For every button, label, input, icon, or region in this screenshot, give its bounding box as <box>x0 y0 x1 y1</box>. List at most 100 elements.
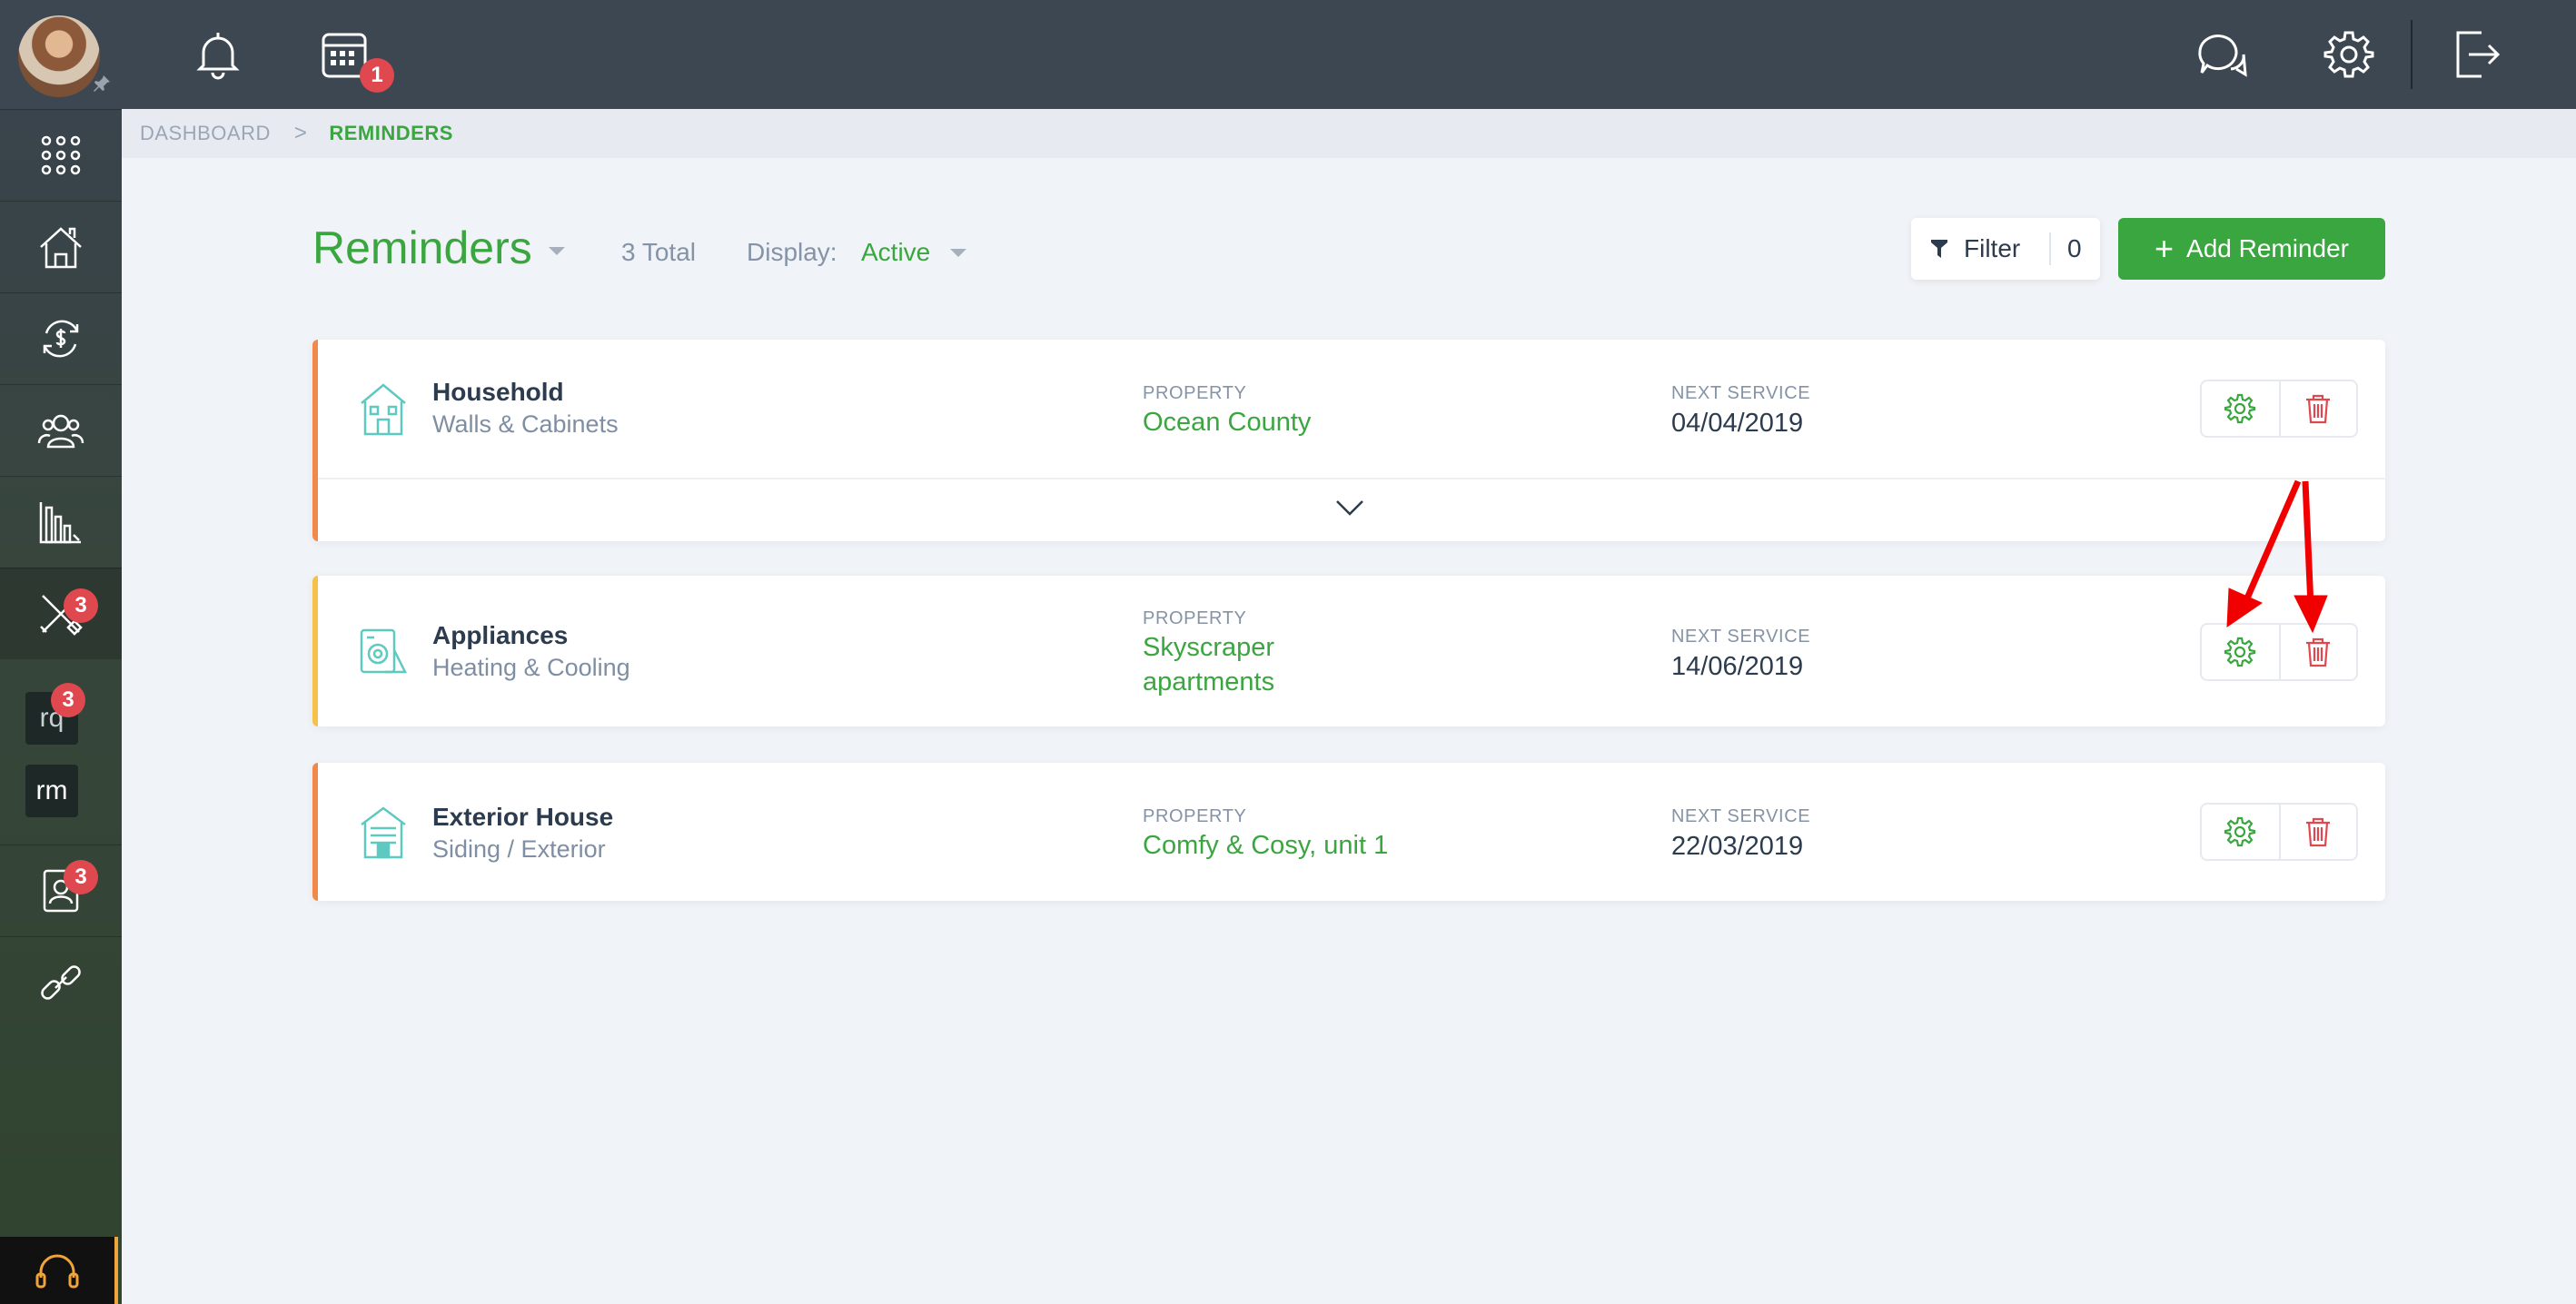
next-service-date: 04/04/2019 <box>1671 409 1804 438</box>
apps-grid-icon <box>41 135 81 175</box>
title-dropdown-caret-icon[interactable] <box>549 247 565 255</box>
house-icon <box>40 227 82 269</box>
reminder-subcategory: Heating & Cooling <box>432 654 630 681</box>
sidebar-item-apps[interactable] <box>0 109 122 201</box>
property-value[interactable]: Ocean County <box>1143 405 1311 440</box>
appliance-icon <box>358 623 409 679</box>
property-label: PROPERTY <box>1143 806 1247 826</box>
filter-button[interactable]: Filter 0 <box>1911 218 2100 280</box>
headset-icon <box>35 1254 79 1289</box>
messages-button[interactable] <box>2195 27 2249 82</box>
gear-icon <box>2224 816 2256 847</box>
breadcrumb: DASHBOARD > REMINDERS <box>122 109 2576 158</box>
filter-count: 0 <box>2049 232 2082 265</box>
bell-icon <box>196 33 240 80</box>
property-value[interactable]: Comfy & Cosy, unit 1 <box>1143 828 1388 863</box>
support-button[interactable] <box>0 1237 118 1304</box>
pin-icon[interactable] <box>91 73 113 94</box>
rm-label: rm <box>35 775 68 805</box>
edit-button[interactable] <box>2202 381 2279 436</box>
gear-icon <box>2224 393 2256 424</box>
reminder-subcategory: Siding / Exterior <box>432 835 606 863</box>
calendar-badge: 1 <box>360 58 394 93</box>
avatar[interactable] <box>18 15 100 97</box>
reminder-category: Household <box>432 378 564 406</box>
reminder-subcategory: Walls & Cabinets <box>432 410 619 438</box>
money-cycle-icon <box>43 320 79 358</box>
breadcrumb-current: REMINDERS <box>329 122 453 144</box>
trash-icon <box>2306 637 2331 667</box>
property-value[interactable]: Skyscraper apartments <box>1143 630 1274 699</box>
sidebar-item-links[interactable] <box>0 936 122 1028</box>
card-accent <box>312 340 318 541</box>
notifications-button[interactable] <box>191 27 245 82</box>
settings-button[interactable] <box>2322 27 2376 82</box>
total-count: 3 Total <box>621 238 696 266</box>
topbar-divider <box>2411 20 2413 89</box>
gear-icon <box>2323 31 2374 78</box>
logout-icon <box>2456 31 2501 78</box>
reminder-card: Exterior House Siding / Exterior PROPERT… <box>312 763 2385 901</box>
add-reminder-button[interactable]: + Add Reminder <box>2118 218 2385 280</box>
logout-button[interactable] <box>2449 27 2503 82</box>
card-divider <box>318 478 2385 479</box>
next-service-date: 22/03/2019 <box>1671 832 1804 861</box>
next-service-label: NEXT SERVICE <box>1671 806 1811 826</box>
sidebar: 3 rq 3 rm 3 <box>0 0 122 1304</box>
display-label: Display: <box>747 238 837 266</box>
household-icon <box>358 381 409 438</box>
sidebar-item-reports[interactable] <box>0 476 122 568</box>
card-actions <box>2200 803 2358 861</box>
breadcrumb-dashboard[interactable]: DASHBOARD <box>140 122 271 145</box>
reminder-card: Appliances Heating & Cooling PROPERTY Sk… <box>312 576 2385 726</box>
filter-icon <box>1931 240 1947 258</box>
card-actions <box>2200 623 2358 681</box>
property-label: PROPERTY <box>1143 383 1247 403</box>
sidebar-item-properties[interactable] <box>0 201 122 292</box>
plus-icon: + <box>2154 230 2175 267</box>
contacts-badge: 3 <box>64 860 98 894</box>
reminder-category: Exterior House <box>432 803 614 831</box>
property-line: apartments <box>1143 667 1275 696</box>
sidebar-item-people[interactable] <box>0 384 122 476</box>
sidebar-item-finance[interactable] <box>0 292 122 384</box>
delete-button[interactable] <box>2278 625 2356 679</box>
add-reminder-label: Add Reminder <box>2186 234 2349 262</box>
filter-label: Filter <box>1964 234 2021 262</box>
breadcrumb-separator: > <box>293 121 308 145</box>
trash-icon <box>2306 394 2331 424</box>
card-accent <box>312 763 318 901</box>
page-title[interactable]: Reminders <box>312 222 532 274</box>
sidebar-item-tools[interactable]: 3 <box>0 568 122 659</box>
exterior-house-icon <box>358 805 409 861</box>
trash-icon <box>2306 817 2331 847</box>
reminder-category: Appliances <box>432 621 569 649</box>
property-label: PROPERTY <box>1143 608 1247 628</box>
display-caret-icon[interactable] <box>950 249 966 257</box>
tools-badge: 3 <box>64 588 98 623</box>
edit-button[interactable] <box>2202 805 2279 859</box>
gear-icon <box>2224 637 2256 667</box>
sidebar-item-rm[interactable]: rm <box>25 765 78 817</box>
card-accent <box>312 576 318 726</box>
calendar-button[interactable]: 1 <box>318 27 394 93</box>
sidebar-item-contacts[interactable]: 3 <box>0 845 122 936</box>
profile-area <box>0 0 122 109</box>
delete-button[interactable] <box>2278 805 2356 859</box>
delete-button[interactable] <box>2278 381 2356 436</box>
chevron-down-icon[interactable] <box>1332 494 1368 521</box>
bar-chart-icon <box>39 502 81 544</box>
users-icon <box>37 414 84 449</box>
reminder-card: Household Walls & Cabinets PROPERTY Ocea… <box>312 340 2385 541</box>
next-service-date: 14/06/2019 <box>1671 652 1804 681</box>
chat-icon <box>2198 35 2247 77</box>
link-icon <box>41 965 81 1000</box>
card-actions <box>2200 380 2358 438</box>
property-line: Skyscraper <box>1143 633 1275 662</box>
next-service-label: NEXT SERVICE <box>1671 383 1811 403</box>
rq-badge: 3 <box>51 683 85 717</box>
edit-button[interactable] <box>2202 625 2279 679</box>
top-bar: 1 <box>122 0 2576 109</box>
display-filter-select[interactable]: Active <box>861 238 930 267</box>
next-service-label: NEXT SERVICE <box>1671 627 1811 647</box>
